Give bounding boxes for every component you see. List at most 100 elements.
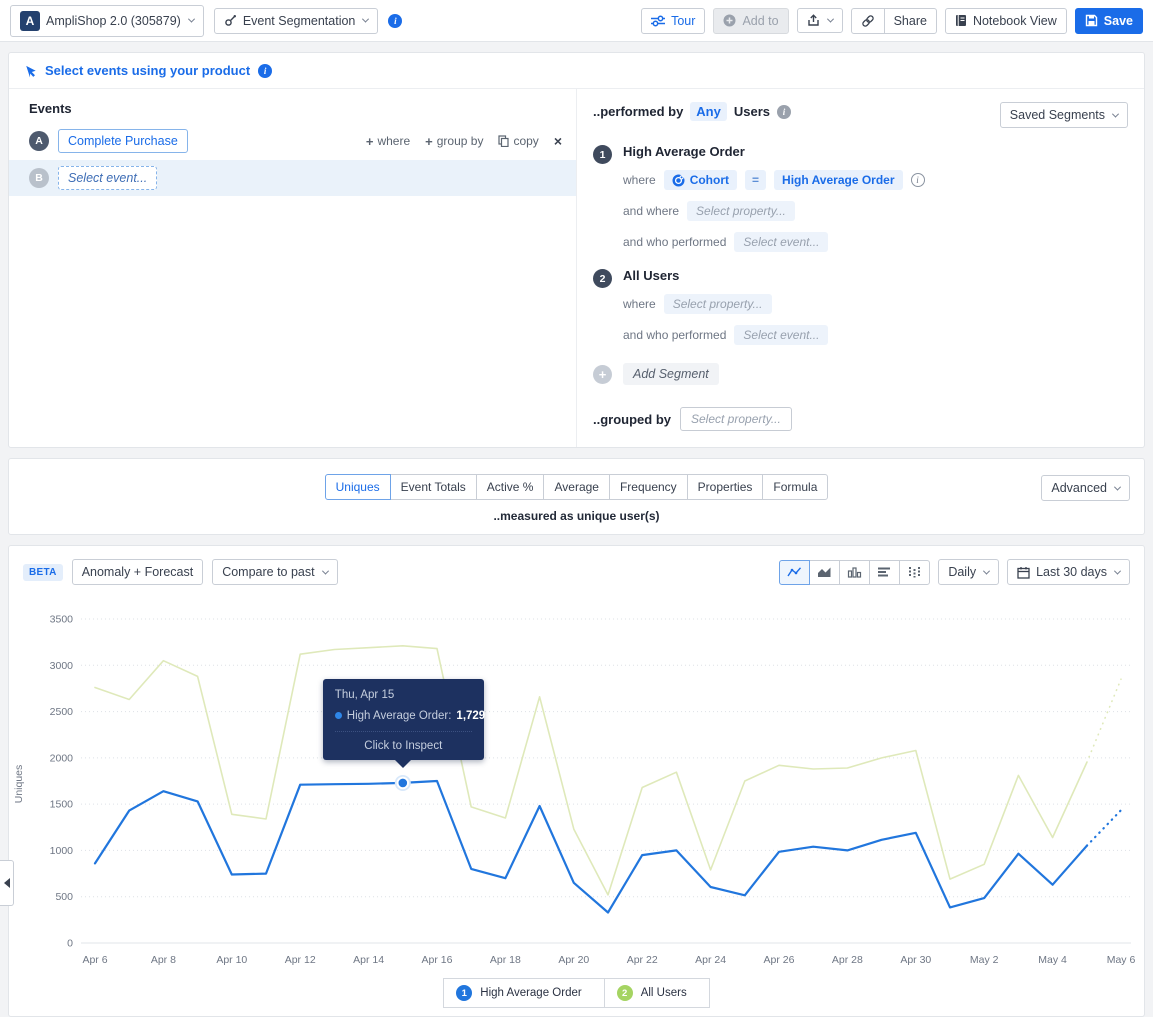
bar-chart-icon <box>847 566 862 578</box>
chart-tooltip[interactable]: Thu, Apr 15 High Average Order: 1,729 Cl… <box>323 679 484 760</box>
add-to-button[interactable]: Add to <box>713 8 788 34</box>
legend-item-high-average-order[interactable]: 1 High Average Order <box>444 979 603 1007</box>
tab-formula[interactable]: Formula <box>762 474 828 500</box>
performed-by-label: ..performed by <box>593 104 683 119</box>
notebook-view-button[interactable]: Notebook View <box>945 8 1067 34</box>
segment-number-badge: 1 <box>593 145 612 164</box>
event-select-b[interactable]: Select event... <box>58 166 157 190</box>
cohort-property-chip[interactable]: Cohort <box>664 170 737 190</box>
tab-uniques[interactable]: Uniques <box>325 474 391 500</box>
segment-title[interactable]: All Users <box>623 268 828 283</box>
select-events-header[interactable]: Select events using your product <box>9 53 1144 89</box>
anomaly-forecast-button[interactable]: Anomaly + Forecast <box>72 559 204 585</box>
date-range-dropdown[interactable]: Last 30 days <box>1007 559 1130 585</box>
chart-plot-area[interactable]: 0500100015002000250030003500Apr 6Apr 8Ap… <box>9 589 1144 974</box>
select-property-chip[interactable]: Select property... <box>687 201 795 221</box>
saved-segments-button[interactable]: Saved Segments <box>1000 102 1128 128</box>
svg-text:0: 0 <box>67 938 73 950</box>
query-builder-card: Select events using your product Events … <box>8 52 1145 448</box>
operator-chip[interactable]: = <box>745 170 766 190</box>
share-button[interactable]: Share <box>884 8 937 34</box>
sidebar-collapse-handle[interactable] <box>0 860 14 906</box>
select-event-chip[interactable]: Select event... <box>734 232 828 252</box>
plus-circle-icon[interactable] <box>593 365 612 384</box>
add-where-filter[interactable]: where <box>366 134 410 149</box>
metric-tabs: Uniques Event Totals Active % Average Fr… <box>325 474 829 500</box>
plus-icon <box>366 134 374 149</box>
info-icon[interactable] <box>777 105 791 119</box>
project-dropdown[interactable]: A AmpliShop 2.0 (305879) <box>10 5 204 37</box>
advanced-button[interactable]: Advanced <box>1041 475 1130 501</box>
svg-text:Apr 10: Apr 10 <box>216 954 247 966</box>
event-row-a: A Complete Purchase where group by copy <box>9 126 576 156</box>
event-row-b[interactable]: B Select event... <box>9 160 576 196</box>
info-icon[interactable] <box>388 14 402 28</box>
copy-event[interactable]: copy <box>498 134 538 148</box>
area-chart-button[interactable] <box>809 560 840 585</box>
add-group-by[interactable]: group by <box>425 134 483 149</box>
save-button[interactable]: Save <box>1075 8 1143 34</box>
analysis-type-dropdown[interactable]: Event Segmentation <box>214 8 379 34</box>
event-select-a[interactable]: Complete Purchase <box>58 129 188 153</box>
tab-average[interactable]: Average <box>543 474 609 500</box>
project-name: AmpliShop 2.0 (305879) <box>46 14 181 28</box>
grouped-by-select[interactable]: Select property... <box>680 407 792 431</box>
compare-to-past-button[interactable]: Compare to past <box>212 559 337 585</box>
copy-link-button[interactable] <box>851 8 885 34</box>
series-dot-icon <box>335 712 342 719</box>
tour-button[interactable]: Tour <box>641 8 705 34</box>
info-icon[interactable] <box>258 64 272 78</box>
export-button[interactable] <box>797 8 843 33</box>
chevron-down-icon <box>983 567 990 574</box>
stacked-chart-button[interactable] <box>899 560 930 585</box>
segment-number-badge: 2 <box>593 269 612 288</box>
tab-frequency[interactable]: Frequency <box>609 474 688 500</box>
beta-badge: BETA <box>23 564 63 581</box>
chevron-down-icon <box>188 16 195 23</box>
cursor-icon <box>23 63 37 78</box>
stacked-chart-icon <box>907 566 922 578</box>
cohort-value-chip[interactable]: High Average Order <box>774 170 902 190</box>
tab-event-totals[interactable]: Event Totals <box>390 474 477 500</box>
tooltip-arrow <box>395 760 411 768</box>
horizontal-bar-button[interactable] <box>869 560 900 585</box>
add-segment-button[interactable]: Add Segment <box>623 363 719 385</box>
svg-text:500: 500 <box>55 891 73 903</box>
analysis-type-label: Event Segmentation <box>243 14 356 28</box>
svg-text:1000: 1000 <box>50 845 74 857</box>
horizontal-bar-icon <box>877 566 892 578</box>
segment-1: 1 High Average Order where Cohort = High… <box>593 144 1128 252</box>
tooltip-action[interactable]: Click to Inspect <box>335 731 472 752</box>
chevron-left-icon <box>4 878 10 888</box>
chevron-down-icon <box>1112 110 1119 117</box>
any-selector[interactable]: Any <box>690 102 727 121</box>
interval-dropdown[interactable]: Daily <box>938 559 999 585</box>
chart-toolbar: BETA Anomaly + Forecast Compare to past <box>9 546 1144 589</box>
tab-properties[interactable]: Properties <box>687 474 764 500</box>
segment-2: 2 All Users where Select property... and… <box>593 268 1128 345</box>
info-icon[interactable] <box>911 173 925 187</box>
line-chart-icon <box>787 566 802 578</box>
legend-item-all-users[interactable]: 2 All Users <box>604 979 709 1007</box>
svg-text:Apr 22: Apr 22 <box>627 954 658 966</box>
line-chart-button[interactable] <box>779 560 810 585</box>
legend-number-badge: 1 <box>456 985 472 1001</box>
app-logo: A <box>20 11 40 31</box>
svg-text:Apr 24: Apr 24 <box>695 954 726 966</box>
segment-title[interactable]: High Average Order <box>623 144 925 159</box>
tab-active-pct[interactable]: Active % <box>476 474 545 500</box>
remove-event-icon[interactable] <box>554 133 562 149</box>
svg-text:May 6: May 6 <box>1107 954 1136 966</box>
tooltip-date: Thu, Apr 15 <box>335 689 472 701</box>
chevron-down-icon <box>1114 567 1121 574</box>
bar-chart-button[interactable] <box>839 560 870 585</box>
add-segment-row: Add Segment <box>593 363 1128 385</box>
svg-text:1500: 1500 <box>50 799 74 811</box>
select-event-chip[interactable]: Select event... <box>734 325 828 345</box>
measured-as-label: ..measured as unique user(s) <box>9 509 1144 523</box>
chart-legend: 1 High Average Order 2 All Users <box>443 978 709 1008</box>
svg-text:Apr 20: Apr 20 <box>558 954 589 966</box>
select-property-chip[interactable]: Select property... <box>664 294 772 314</box>
svg-text:3000: 3000 <box>50 660 74 672</box>
line-chart[interactable]: 0500100015002000250030003500Apr 6Apr 8Ap… <box>9 589 1144 974</box>
